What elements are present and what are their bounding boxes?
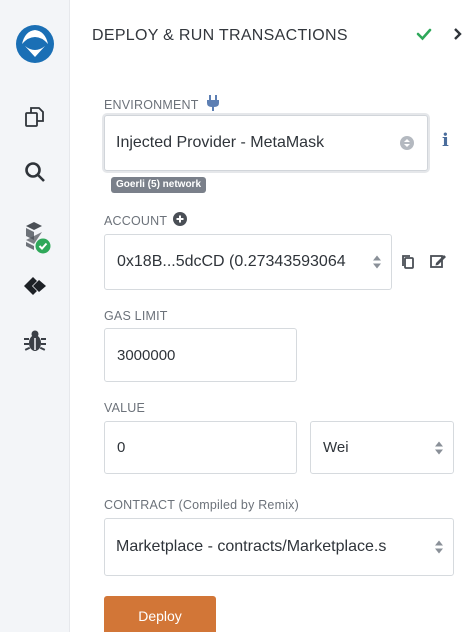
file-explorer-icon[interactable] <box>0 105 70 129</box>
chevron-right-icon[interactable] <box>451 25 465 48</box>
deploy-run-panel: DEPLOY & RUN TRANSACTIONS ENVIRONMENT In… <box>71 0 471 632</box>
account-label: ACCOUNT <box>104 213 168 228</box>
select-arrows-icon <box>435 540 443 554</box>
deploy-run-icon[interactable] <box>0 272 70 300</box>
search-icon[interactable] <box>0 160 70 184</box>
account-value: 0x18B...5dcCD (0.27343593064 <box>117 253 346 270</box>
value-input[interactable]: 0 <box>104 421 297 474</box>
value-amount: 0 <box>117 439 126 456</box>
panel-title: DEPLOY & RUN TRANSACTIONS <box>92 27 348 44</box>
check-icon <box>415 25 433 48</box>
remix-logo-icon[interactable] <box>0 22 70 66</box>
plug-icon[interactable] <box>205 94 221 115</box>
environment-label-row: ENVIRONMENT <box>104 94 221 115</box>
value-unit: Wei <box>323 439 349 456</box>
icon-sidebar <box>0 0 70 632</box>
environment-label: ENVIRONMENT <box>104 97 199 112</box>
account-label-row: ACCOUNT <box>104 212 188 229</box>
edit-icon[interactable] <box>430 253 447 274</box>
contract-select[interactable]: Marketplace - contracts/Marketplace.s <box>104 518 454 576</box>
plus-circle-icon[interactable] <box>173 212 188 229</box>
environment-select[interactable]: Injected Provider - MetaMask <box>104 115 428 171</box>
environment-value: Injected Provider - MetaMask <box>116 134 325 151</box>
gas-limit-label: GAS LIMIT <box>104 309 168 323</box>
contract-label: CONTRACT (Compiled by Remix) <box>104 498 299 512</box>
deploy-button[interactable]: Deploy <box>104 596 216 632</box>
debugger-icon[interactable] <box>0 328 70 354</box>
contract-value: Marketplace - contracts/Marketplace.s <box>116 538 387 555</box>
network-badge: Goerli (5) network <box>111 177 207 193</box>
solidity-compiler-icon[interactable] <box>0 220 70 256</box>
select-arrows-icon <box>373 255 381 269</box>
info-icon[interactable]: i <box>442 130 449 151</box>
select-chevron-icon <box>400 136 414 150</box>
select-arrows-icon <box>435 441 443 454</box>
gas-limit-input[interactable]: 3000000 <box>104 328 297 382</box>
copy-icon[interactable] <box>401 254 415 275</box>
value-unit-select[interactable]: Wei <box>310 421 454 474</box>
value-label: VALUE <box>104 401 146 415</box>
account-select[interactable]: 0x18B...5dcCD (0.27343593064 <box>104 234 392 290</box>
gas-limit-value: 3000000 <box>117 346 176 364</box>
